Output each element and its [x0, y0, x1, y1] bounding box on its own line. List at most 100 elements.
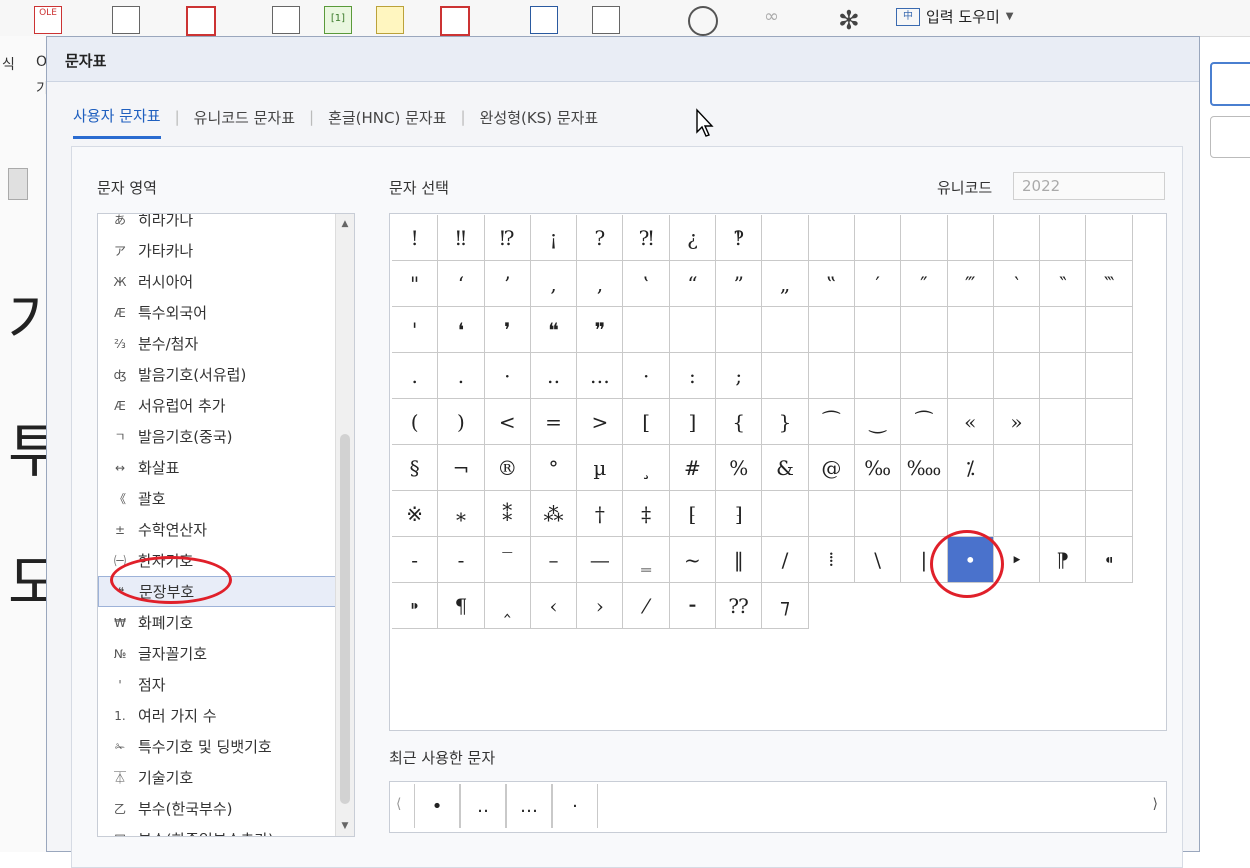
tab-hnc-charmap[interactable]: 혼글(HNC) 문자표	[328, 107, 446, 138]
character-cell[interactable]	[1040, 445, 1087, 491]
character-cell[interactable]: ‡	[623, 491, 670, 537]
character-cell[interactable]	[716, 307, 763, 353]
character-cell[interactable]: ’	[484, 261, 531, 307]
character-cell[interactable]	[1086, 491, 1133, 537]
character-cell[interactable]: ‾	[484, 537, 531, 583]
character-cell[interactable]	[1040, 307, 1087, 353]
area-list-item[interactable]: Æ 서유럽어 추가	[98, 390, 336, 421]
character-cell[interactable]: <	[484, 399, 531, 445]
area-list-item[interactable]: ⼌ 부수(한중일부수추가)	[98, 824, 336, 836]
area-list-item[interactable]: Ж 러시아어	[98, 266, 336, 297]
character-cell[interactable]	[808, 215, 855, 261]
character-cell[interactable]: :	[669, 353, 717, 399]
character-cell[interactable]	[623, 307, 670, 353]
character-cell[interactable]: ⁀	[901, 399, 948, 445]
character-cell[interactable]: ¸	[623, 445, 670, 491]
character-cell[interactable]: ~	[669, 537, 717, 583]
scroll-up-icon[interactable]: ▲	[336, 214, 354, 234]
character-cell[interactable]: ′	[854, 261, 902, 307]
character-cell[interactable]	[947, 491, 994, 537]
character-cell[interactable]: [	[623, 399, 670, 445]
character-cell[interactable]: ¿	[669, 215, 717, 261]
area-list-scrollbar[interactable]: ▲ ▼	[335, 214, 354, 836]
bookmark-icon[interactable]	[530, 6, 558, 34]
character-cell[interactable]: ⁂	[530, 491, 578, 537]
character-cell[interactable]: ·	[623, 353, 670, 399]
area-list-item[interactable]: ㈠ 한자기호	[98, 545, 336, 576]
character-cell[interactable]	[762, 353, 809, 399]
character-cell[interactable]	[669, 307, 717, 353]
character-cell[interactable]: ‐	[392, 537, 439, 583]
character-cell[interactable]: ⁌	[1086, 537, 1133, 583]
character-cell[interactable]: ※	[392, 491, 439, 537]
character-cell[interactable]: ‖	[716, 537, 763, 583]
character-cell[interactable]: )	[438, 399, 485, 445]
area-list-item[interactable]: あ 히라가나	[98, 214, 336, 235]
character-cell[interactable]: ‸	[484, 583, 531, 629]
character-cell[interactable]	[762, 215, 809, 261]
character-cell[interactable]	[854, 215, 902, 261]
character-cell[interactable]: ‵	[993, 261, 1041, 307]
character-cell[interactable]	[1086, 307, 1133, 353]
document-icon[interactable]	[112, 6, 140, 34]
character-cell[interactable]: ‣	[993, 537, 1041, 583]
character-cell[interactable]: ⁅	[669, 491, 717, 537]
character-cell[interactable]: …	[577, 353, 624, 399]
character-cell[interactable]: ⁎	[438, 491, 485, 537]
link-icon[interactable]: ∞	[764, 6, 790, 32]
character-cell[interactable]: ®	[484, 445, 531, 491]
character-cell[interactable]: †	[577, 491, 624, 537]
cross-reference-icon[interactable]	[592, 6, 620, 34]
character-cell[interactable]	[947, 307, 994, 353]
character-cell[interactable]: ‱	[901, 445, 948, 491]
character-cell[interactable]	[993, 491, 1041, 537]
recent-scroll-right-icon[interactable]: ⟩	[1153, 796, 1158, 812]
character-cell[interactable]: ”	[716, 261, 763, 307]
character-cell[interactable]: ?	[577, 215, 624, 261]
character-cell[interactable]: {	[716, 399, 763, 445]
character-cell[interactable]: ‼	[438, 215, 485, 261]
character-cell[interactable]: '	[392, 307, 439, 353]
character-cell[interactable]: .	[438, 353, 485, 399]
character-cell[interactable]: —	[577, 537, 624, 583]
character-cell[interactable]: ‴	[947, 261, 994, 307]
character-cell[interactable]: !	[392, 215, 439, 261]
recent-character-cell[interactable]: …	[506, 784, 552, 828]
character-cell[interactable]: \	[854, 537, 902, 583]
character-cell[interactable]: ⁒	[947, 445, 994, 491]
character-cell[interactable]	[993, 307, 1041, 353]
recent-character-cell[interactable]: ·	[552, 784, 598, 828]
input-helper[interactable]: 中 입력 도우미 ▼	[896, 6, 1013, 27]
character-cell[interactable]: ¡	[530, 215, 578, 261]
character-cell[interactable]: ‷	[1086, 261, 1133, 307]
area-list-item[interactable]: ⏄ 기술기호	[98, 762, 336, 793]
character-cell[interactable]	[808, 353, 855, 399]
area-list-item[interactable]: ± 수학연산자	[98, 514, 336, 545]
character-cell[interactable]	[1040, 491, 1087, 537]
character-cell[interactable]: –	[530, 537, 578, 583]
character-cell[interactable]: ″	[901, 261, 948, 307]
area-list-item[interactable]: ❝ 문장부호	[98, 576, 336, 607]
close-button[interactable]	[1210, 116, 1250, 158]
tab-user-charmap[interactable]: 사용자 문자표	[73, 105, 161, 139]
character-cell[interactable]: ‰	[854, 445, 902, 491]
character-cell[interactable]: ‘	[438, 261, 485, 307]
character-cell[interactable]	[901, 491, 948, 537]
character-cell[interactable]: ‥	[530, 353, 578, 399]
globe-icon[interactable]	[688, 6, 718, 36]
character-cell[interactable]: ‚	[577, 261, 624, 307]
character-cell[interactable]	[1086, 353, 1133, 399]
area-list-item[interactable]: ↔ 화살표	[98, 452, 336, 483]
area-list-item[interactable]: 1. 여러 가지 수	[98, 700, 336, 731]
character-cell[interactable]: ⁋	[1040, 537, 1087, 583]
character-cell[interactable]: ‛	[623, 261, 670, 307]
character-cell[interactable]: =	[530, 399, 578, 445]
character-cell[interactable]	[854, 353, 902, 399]
area-list-item[interactable]: 乙 부수(한국부수)	[98, 793, 336, 824]
character-cell[interactable]: «	[947, 399, 994, 445]
character-cell[interactable]	[1040, 399, 1087, 445]
character-cell[interactable]: ⁍	[392, 583, 439, 629]
character-cell[interactable]: »	[993, 399, 1041, 445]
area-list-item[interactable]: ' 점자	[98, 669, 336, 700]
character-cell[interactable]	[762, 491, 809, 537]
